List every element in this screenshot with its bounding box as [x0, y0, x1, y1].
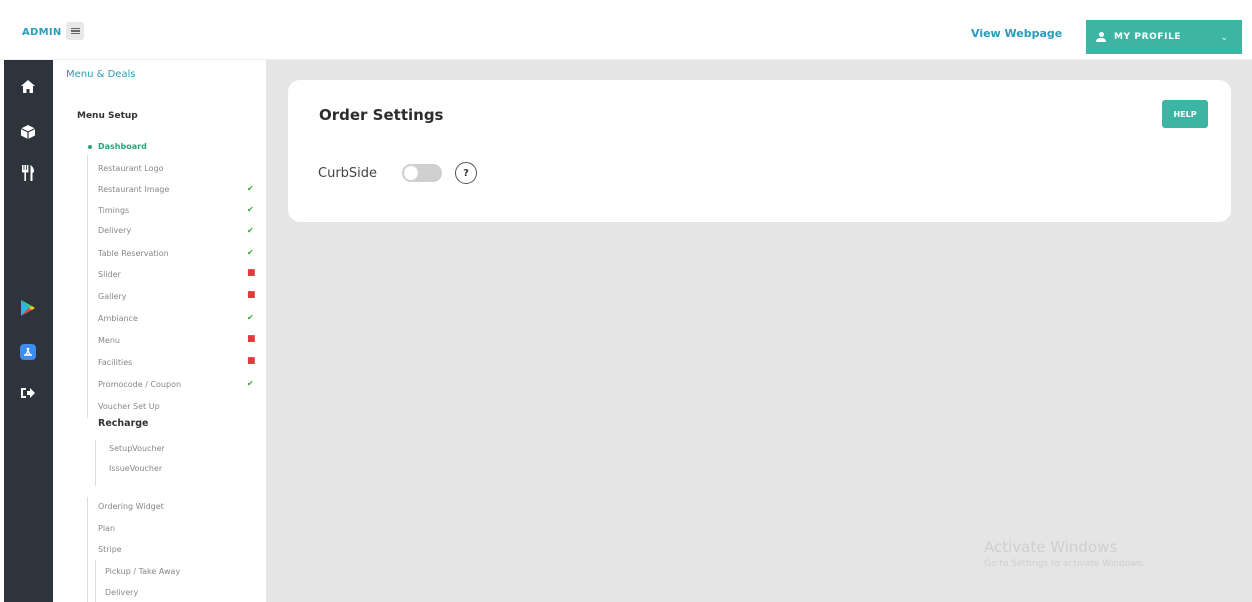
order-settings-card: Order Settings HELP CurbSide ?: [288, 80, 1231, 222]
tree-line: [87, 497, 88, 602]
question-icon[interactable]: ?: [455, 162, 477, 184]
menu-setup-heading: Menu Setup: [77, 111, 138, 121]
caret-down-icon: ⌄: [1220, 33, 1228, 43]
status-check-icon: ✔: [247, 313, 254, 322]
status-check-icon: ✔: [247, 248, 254, 257]
toggle-knob: [404, 166, 418, 180]
menu-item-setup-voucher[interactable]: SetupVoucher: [109, 444, 165, 453]
menu-item-voucher-setup[interactable]: Voucher Set Up: [98, 402, 160, 411]
menu-item-ordering-widget[interactable]: Ordering Widget: [98, 502, 164, 511]
box-icon[interactable]: [18, 122, 38, 142]
menu-item-recharge[interactable]: Recharge: [98, 418, 149, 429]
hamburger-icon: [70, 28, 80, 34]
menu-item-restaurant-logo[interactable]: Restaurant Logo: [98, 164, 164, 173]
status-check-icon: ✔: [247, 205, 254, 214]
top-bar: ADMIN View Webpage MY PROFILE ⌄: [0, 0, 1252, 60]
menu-item-delivery[interactable]: Delivery: [98, 226, 131, 235]
tree-line: [95, 560, 96, 602]
my-profile-button[interactable]: MY PROFILE ⌄: [1086, 20, 1242, 54]
status-cross-icon: ■: [247, 356, 256, 366]
menu-item-menu[interactable]: Menu: [98, 336, 120, 345]
tree-line: [95, 440, 96, 486]
menu-item-timings[interactable]: Timings: [98, 206, 129, 215]
status-cross-icon: ■: [247, 290, 256, 300]
app-store-icon[interactable]: [18, 342, 38, 362]
watermark-subtitle: Go to Settings to activate Windows.: [984, 559, 1146, 569]
profile-label: MY PROFILE: [1114, 32, 1182, 42]
menu-item-plan[interactable]: Plan: [98, 524, 115, 533]
menu-item-facilities[interactable]: Facilities: [98, 358, 132, 367]
status-cross-icon: ■: [247, 334, 256, 344]
menu-panel: Menu & Deals Menu Setup Dashboard Restau…: [53, 60, 266, 602]
menu-item-promocode[interactable]: Promocode / Coupon: [98, 380, 181, 389]
curbside-label: CurbSide: [318, 166, 378, 181]
status-check-icon: ✔: [247, 184, 254, 193]
status-cross-icon: ■: [247, 268, 256, 278]
menu-toggle-button[interactable]: [66, 22, 84, 40]
watermark-title: Activate Windows: [984, 538, 1118, 556]
help-button[interactable]: HELP: [1162, 100, 1208, 128]
menu-item-slider[interactable]: Slider: [98, 270, 121, 279]
menu-section-title[interactable]: Menu & Deals: [66, 69, 136, 80]
user-icon: [1096, 32, 1106, 42]
brand-label: ADMIN: [22, 27, 62, 38]
menu-item-gallery[interactable]: Gallery: [98, 292, 127, 301]
menu-item-stripe[interactable]: Stripe: [98, 545, 122, 554]
menu-item-restaurant-image[interactable]: Restaurant Image: [98, 185, 169, 194]
home-icon[interactable]: [18, 76, 38, 96]
menu-item-dashboard[interactable]: Dashboard: [98, 142, 147, 151]
menu-item-ambiance[interactable]: Ambiance: [98, 314, 138, 323]
menu-item-table-reservation[interactable]: Table Reservation: [98, 249, 169, 258]
menu-item-stripe-delivery[interactable]: Delivery: [105, 588, 138, 597]
restaurant-icon[interactable]: [18, 163, 38, 183]
status-check-icon: ✔: [247, 379, 254, 388]
status-check-icon: ✔: [247, 226, 254, 235]
active-dot: [88, 145, 92, 149]
page-title: Order Settings: [319, 106, 444, 124]
curbside-toggle[interactable]: [402, 164, 442, 182]
play-store-icon[interactable]: [18, 298, 38, 318]
tree-line: [87, 155, 88, 418]
logout-icon[interactable]: [18, 383, 38, 403]
activate-windows-watermark: Activate Windows Go to Settings to activ…: [984, 538, 1145, 569]
main-content: Order Settings HELP CurbSide ? Activate …: [266, 60, 1252, 602]
icon-rail: [4, 60, 53, 602]
menu-item-pickup[interactable]: Pickup / Take Away: [105, 567, 180, 576]
menu-item-issue-voucher[interactable]: IssueVoucher: [109, 464, 162, 473]
view-webpage-link[interactable]: View Webpage: [971, 27, 1062, 40]
